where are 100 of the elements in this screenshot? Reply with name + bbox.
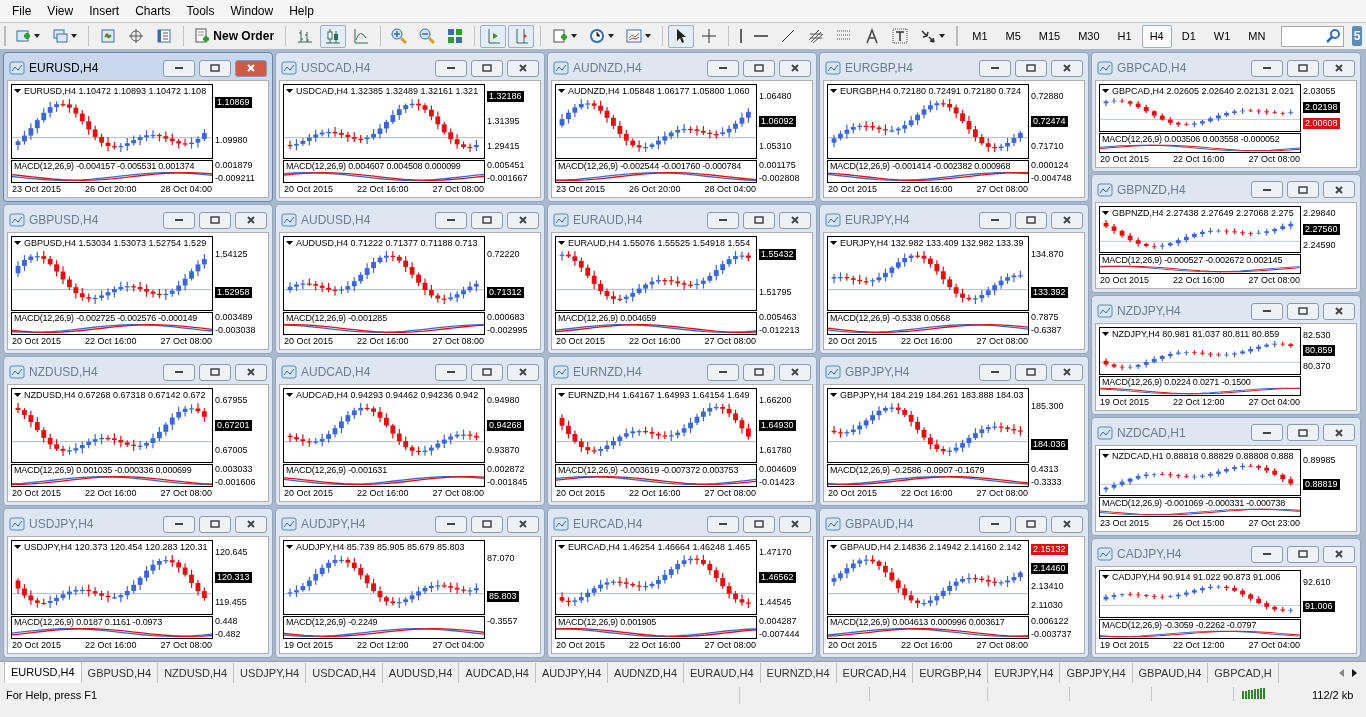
time-label: 27 Oct 08:00 [160, 487, 213, 500]
price-label: 1.06480 [759, 91, 792, 102]
menu-item[interactable]: Window [222, 2, 282, 20]
price-label: 92.610 [1303, 576, 1331, 588]
macd-text: MACD(12,26,9) -0.001285 [285, 313, 388, 323]
current-price-label: 91.006 [1303, 600, 1335, 612]
price-label: -0.001845 [487, 477, 529, 487]
timeframe-button[interactable]: M5 [997, 24, 1029, 48]
time-label: 26 Oct 15:00 [1173, 517, 1225, 531]
time-label: 22 Oct 16:00 [357, 183, 409, 196]
window-title: USDCAD,H4 [301, 60, 372, 77]
timeframe-button[interactable]: D1 [1173, 24, 1204, 48]
price-label: 0.002872 [487, 464, 526, 474]
chart-header: NZDJPY,H4 80.981 81.037 80.811 80.859 [1112, 328, 1280, 341]
current-price-label: 80.859 [1303, 345, 1335, 357]
chart-tab[interactable]: EURUSD,H4 [4, 662, 82, 683]
macd-text: MACD(12,26,9) -0.001414 -0.002382 0.000968 [829, 161, 1012, 171]
price-label: 0.003033 [215, 464, 254, 474]
chart-header: GBPNZD,H4 2.27438 2.27649 2.27068 2.275 [1112, 206, 1294, 219]
price-label: 2.03055 [1303, 86, 1336, 98]
macd-text: MACD(12,26,9) -0.001069 -0.000331 -0.000738 [1101, 498, 1287, 509]
price-label: -0.001667 [487, 173, 529, 183]
time-label: 22 Oct 16:00 [357, 487, 409, 500]
time-label: 27 Oct 08:00 [704, 335, 757, 348]
timeframe-button[interactable]: W1 [1205, 24, 1239, 48]
chart-header: USDCAD,H4 1.32385 1.32489 1.32161 1.321 [296, 85, 479, 97]
current-price-label: 1.64930 [759, 420, 796, 431]
current-price-label: 1.32186 [487, 91, 524, 102]
price-label: -0.482 [215, 629, 242, 639]
time-label: 20 Oct 2015 [828, 335, 878, 348]
menu-item[interactable]: Insert [81, 2, 128, 20]
price-label: 1.51795 [759, 286, 792, 298]
price-label: 0.005451 [487, 160, 526, 170]
time-label: 19 Oct 2015 [1100, 395, 1150, 409]
new-order-button[interactable]: New Order [189, 24, 280, 48]
time-label: 22 Oct 16:00 [629, 335, 681, 348]
time-label: 27 Oct 08:00 [432, 335, 485, 348]
timeframe-button[interactable]: M1 [964, 24, 996, 48]
macd-text: MACD(12,26,9) -0.004157 -0.005531 0.001374 [13, 161, 196, 171]
time-label: 20 Oct 2015 [284, 487, 334, 500]
chart-header: AUDJPY,H4 85.739 85.905 85.679 85.803 [296, 541, 465, 553]
price-label: 1.31395 [487, 116, 520, 127]
price-label: -0.002808 [759, 173, 801, 183]
time-label: 27 Oct 04:00 [1248, 638, 1301, 652]
price-label: -0.3557 [487, 616, 519, 626]
time-label: 23 Oct 2015 [556, 183, 606, 196]
timeframe-button[interactable]: H4 [1141, 24, 1172, 48]
macd-text: MACD(12,26,9) -0.3059 -0.2262 -0.0797 [1101, 619, 1258, 630]
time-label: 27 Oct 08:00 [976, 487, 1029, 500]
chart-header: NZDCAD,H1 0.88818 0.88829 0.88808 0.888 [1112, 449, 1294, 462]
menu-item[interactable]: Tools [178, 2, 223, 20]
current-price-label: 85.803 [487, 590, 519, 602]
messages-button[interactable]: 5 [1352, 26, 1363, 46]
time-label: 27 Oct 08:00 [1248, 274, 1301, 288]
time-label: 27 Oct 08:00 [976, 183, 1029, 196]
timeframe-button[interactable]: M30 [1070, 24, 1108, 48]
price-label: 0.94980 [487, 395, 520, 406]
price-label: 0.448 [215, 616, 239, 626]
window-title: AUDCAD,H4 [301, 364, 372, 381]
price-label: 2.29840 [1303, 208, 1336, 219]
status-text: For Help, press F1 [0, 687, 740, 704]
current-price-label: 2.27560 [1303, 223, 1340, 235]
menu-item[interactable]: Help [281, 2, 322, 20]
price-label: 0.004287 [759, 616, 798, 626]
menu-item[interactable]: View [39, 2, 82, 20]
time-label: 19 Oct 2015 [1100, 638, 1150, 652]
chart-header: AUDUSD,H4 0.71222 0.71377 0.71188 0.713 [296, 237, 478, 249]
macd-text: MACD(12,26,9) 0.0187 0.1161 -0.0973 [13, 617, 163, 627]
window-title: GBPJPY,H4 [845, 364, 911, 381]
price-label: -0.012213 [759, 325, 801, 335]
macd-text: MACD(12,26,9) -0.000527 -0.002672 0.002145 [1101, 255, 1284, 266]
price-label: 134.870 [1031, 249, 1064, 261]
macd-text: MACD(12,26,9) -0.2249 [285, 617, 379, 627]
timeframe-button[interactable]: M15 [1030, 24, 1069, 48]
chart-header: CADJPY,H4 90.914 91.022 90.873 91.006 [1112, 571, 1281, 584]
price-label: 2.13410 [1031, 581, 1064, 593]
macd-text: MACD(12,26,9) -0.002544 -0.001760 -0.000784 [557, 161, 743, 171]
current-price-label: 2.14460 [1031, 562, 1068, 574]
price-label: -0.004748 [1031, 173, 1073, 183]
chart-header: AUDNZD,H4 1.05848 1.06177 1.05800 1.060 [568, 85, 750, 97]
price-label: 0.000124 [1031, 160, 1070, 170]
window-title: NZDCAD,H1 [1117, 424, 1187, 442]
time-label: 22 Oct 12:00 [1173, 395, 1225, 409]
timeframe-button[interactable]: H1 [1109, 24, 1140, 48]
current-price-label: 133.392 [1031, 286, 1068, 298]
time-label: 28 Oct 04:00 [160, 183, 213, 196]
time-label: 22 Oct 12:00 [1173, 638, 1225, 652]
chart-header: USDJPY,H4 120.373 120.454 120.283 120.31 [24, 541, 208, 553]
time-label: 22 Oct 16:00 [85, 487, 137, 500]
current-price-label: 120.313 [215, 572, 252, 583]
menu-item[interactable]: File [4, 2, 40, 20]
time-label: 27 Oct 08:00 [976, 335, 1029, 348]
time-label: 20 Oct 2015 [1100, 274, 1150, 288]
macd-text: MACD(12,26,9) 0.0224 0.0271 -0.1500 [1101, 376, 1252, 387]
price-label: -0.003737 [1031, 629, 1073, 639]
menu-item[interactable]: Charts [127, 2, 179, 20]
time-label: 27 Oct 08:00 [704, 639, 757, 652]
window-title: EURNZD,H4 [573, 364, 643, 381]
time-label: 27 Oct 08:00 [432, 183, 485, 196]
timeframe-button[interactable]: MN [1240, 24, 1274, 48]
